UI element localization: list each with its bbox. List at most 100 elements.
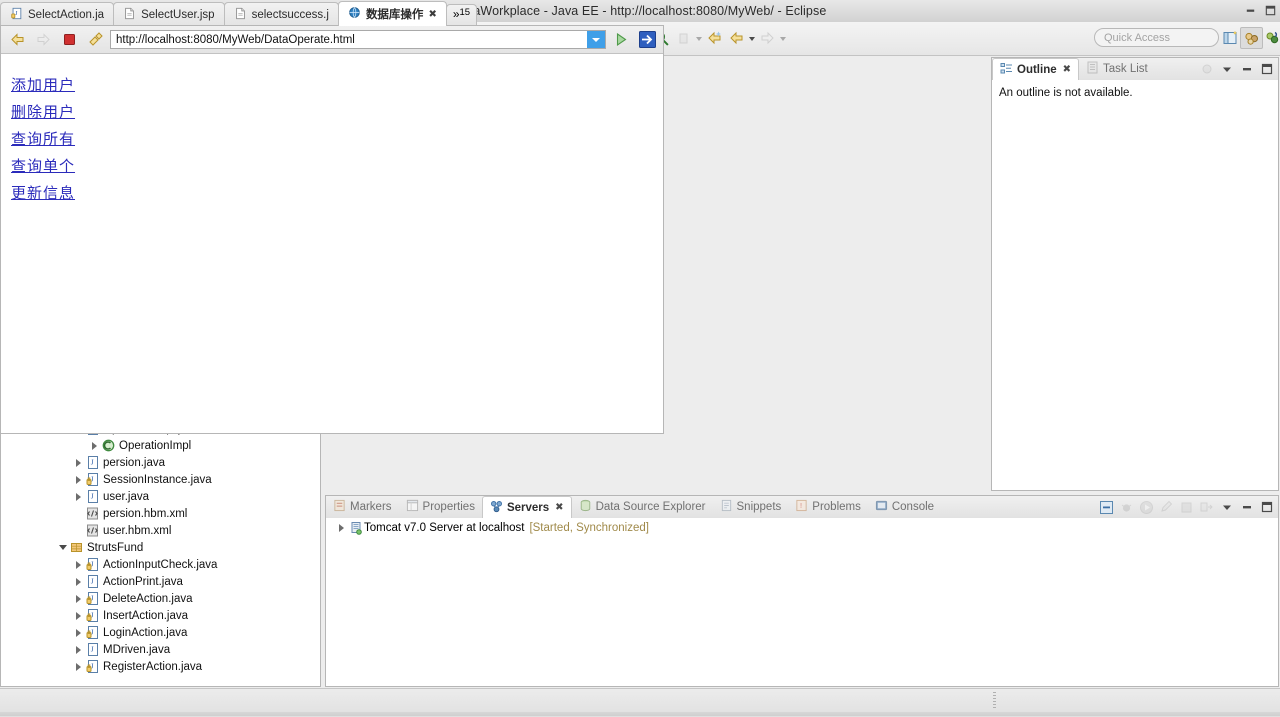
- page-link[interactable]: 更新信息: [11, 182, 77, 203]
- tree-item[interactable]: Jpersion.java: [1, 454, 320, 471]
- expand-arrow-icon[interactable]: [73, 454, 84, 471]
- back-icon[interactable]: [6, 29, 28, 51]
- open-external-browser-icon[interactable]: [636, 29, 658, 51]
- bottom-tab[interactable]: ! Problems: [788, 496, 868, 518]
- editor-tab[interactable]: 数据库操作 ✖: [337, 1, 447, 26]
- expand-arrow-icon[interactable]: [73, 607, 84, 624]
- java-ee-perspective-icon[interactable]: [1240, 27, 1263, 49]
- close-icon[interactable]: ✖: [1063, 64, 1071, 75]
- java-file-icon: J: [84, 556, 101, 573]
- minimize-icon[interactable]: [1244, 4, 1257, 20]
- page-link[interactable]: 添加用户: [11, 74, 77, 95]
- tree-item[interactable]: J ActionPrint.java: [1, 573, 320, 590]
- tree-item[interactable]: J SessionInstance.java: [1, 471, 320, 488]
- java-perspective-icon[interactable]: [1261, 27, 1280, 49]
- forward-dropdown-icon[interactable]: [778, 28, 787, 50]
- previous-edit-icon[interactable]: [703, 28, 725, 50]
- open-perspective-icon[interactable]: [1219, 27, 1242, 49]
- resize-grip[interactable]: [993, 692, 996, 710]
- expand-arrow-icon[interactable]: [73, 573, 84, 590]
- start-server-icon: [1138, 499, 1155, 516]
- tree-item[interactable]: J ActionInputCheck.java: [1, 556, 320, 573]
- servers-icon: [490, 500, 503, 516]
- tree-item[interactable]: J DeleteAction.java: [1, 590, 320, 607]
- back-icon[interactable]: [725, 28, 747, 50]
- page-link[interactable]: 查询单个: [11, 155, 77, 176]
- svg-text:J: J: [91, 458, 94, 467]
- outline-actions: [1198, 58, 1275, 80]
- editor-tab[interactable]: selectsuccess.j: [223, 2, 339, 26]
- close-icon[interactable]: ✖: [428, 9, 436, 20]
- expand-arrow-icon[interactable]: [336, 519, 347, 536]
- minimize-icon[interactable]: [1238, 499, 1255, 516]
- refresh-icon[interactable]: [84, 29, 106, 51]
- stop-icon[interactable]: [58, 29, 80, 51]
- editor-tab[interactable]: SelectUser.jsp: [113, 2, 225, 26]
- tree-item[interactable]: J InsertAction.java: [1, 607, 320, 624]
- url-text: http://localhost:8080/MyWeb/DataOperate.…: [116, 33, 355, 46]
- tree-item[interactable]: J LoginAction.java: [1, 624, 320, 641]
- maximize-icon[interactable]: [1264, 4, 1277, 20]
- bottom-tab[interactable]: Data Source Explorer: [572, 496, 713, 518]
- server-row[interactable]: Tomcat v7.0 Server at localhost [Started…: [326, 518, 1278, 537]
- view-menu-icon[interactable]: [1218, 499, 1235, 516]
- bottom-tab[interactable]: Snippets: [713, 496, 789, 518]
- expand-arrow-icon[interactable]: [73, 658, 84, 675]
- expand-arrow-icon[interactable]: [73, 556, 84, 573]
- url-dropdown-icon[interactable]: [587, 31, 605, 48]
- tree-item-label: MDriven.java: [103, 643, 171, 656]
- stop-server-icon: [1178, 499, 1195, 516]
- tree-item[interactable]: Juser.java: [1, 488, 320, 505]
- bottom-tab[interactable]: Properties: [399, 496, 482, 518]
- svg-text:!: !: [800, 501, 802, 510]
- tree-item[interactable]: user.hbm.xml: [1, 522, 320, 539]
- expand-arrow-icon[interactable]: [73, 471, 84, 488]
- tab-label: Task List: [1103, 63, 1148, 75]
- expand-arrow-icon[interactable]: [73, 624, 84, 641]
- expand-arrow-icon[interactable]: [89, 437, 100, 454]
- forward-icon: [32, 29, 54, 51]
- editor-area: J SelectAction.ja SelectUser.jsp selectsucc…: [0, 0, 1276, 434]
- java-class-icon: [100, 437, 117, 454]
- tab-outline[interactable]: Outline ✖: [992, 58, 1080, 81]
- close-icon[interactable]: ✖: [555, 502, 563, 513]
- tree-item[interactable]: OperationImpl: [1, 437, 320, 454]
- new-server-icon[interactable]: [1098, 499, 1115, 516]
- expand-arrow-icon[interactable]: [73, 641, 84, 658]
- page-link[interactable]: 查询所有: [11, 128, 77, 149]
- bottom-tab[interactable]: Servers ✖: [481, 496, 572, 519]
- expand-arrow-icon[interactable]: [73, 590, 84, 607]
- tree-item-label: user.hbm.xml: [103, 524, 172, 537]
- back-dropdown-icon[interactable]: [747, 28, 756, 50]
- tab-task-list[interactable]: Task List: [1079, 58, 1155, 80]
- go-icon[interactable]: [610, 29, 632, 51]
- outline-message: An outline is not available.: [992, 80, 1278, 490]
- page-link[interactable]: 删除用户: [11, 101, 77, 122]
- maximize-icon[interactable]: [1258, 61, 1275, 78]
- minimize-icon[interactable]: [1238, 61, 1255, 78]
- tree-item[interactable]: J MDriven.java: [1, 641, 320, 658]
- editor-tab-overflow[interactable]: » 15: [445, 4, 478, 26]
- tree-item[interactable]: StrutsFund: [1, 539, 320, 556]
- svg-text:J: J: [91, 645, 94, 654]
- quick-access-input[interactable]: Quick Access: [1094, 28, 1219, 47]
- maximize-icon[interactable]: [1258, 499, 1275, 516]
- hibernate-xml-icon: [84, 505, 101, 522]
- tree-item-label: persion.java: [103, 456, 166, 469]
- url-input[interactable]: http://localhost:8080/MyWeb/DataOperate.…: [110, 30, 606, 49]
- bottom-tab[interactable]: Console: [868, 496, 941, 518]
- bottom-tab-label: Markers: [350, 501, 392, 513]
- bottom-panel: Markers Properties Servers ✖ Data Source Exp…: [325, 495, 1279, 687]
- expand-arrow-icon[interactable]: [73, 488, 84, 505]
- window-footer: [0, 712, 1280, 716]
- svg-text:J: J: [91, 577, 94, 586]
- next-annotation-dropdown-icon[interactable]: [694, 28, 703, 50]
- editor-tab[interactable]: J SelectAction.ja: [0, 2, 115, 26]
- tree-item[interactable]: persion.hbm.xml: [1, 505, 320, 522]
- tree-item[interactable]: J RegisterAction.java: [1, 658, 320, 675]
- snippets-icon: [720, 499, 733, 515]
- web-browser-icon: [348, 6, 361, 22]
- view-menu-icon[interactable]: [1218, 61, 1235, 78]
- collapse-arrow-icon[interactable]: [57, 539, 68, 556]
- bottom-tab[interactable]: Markers: [326, 496, 399, 518]
